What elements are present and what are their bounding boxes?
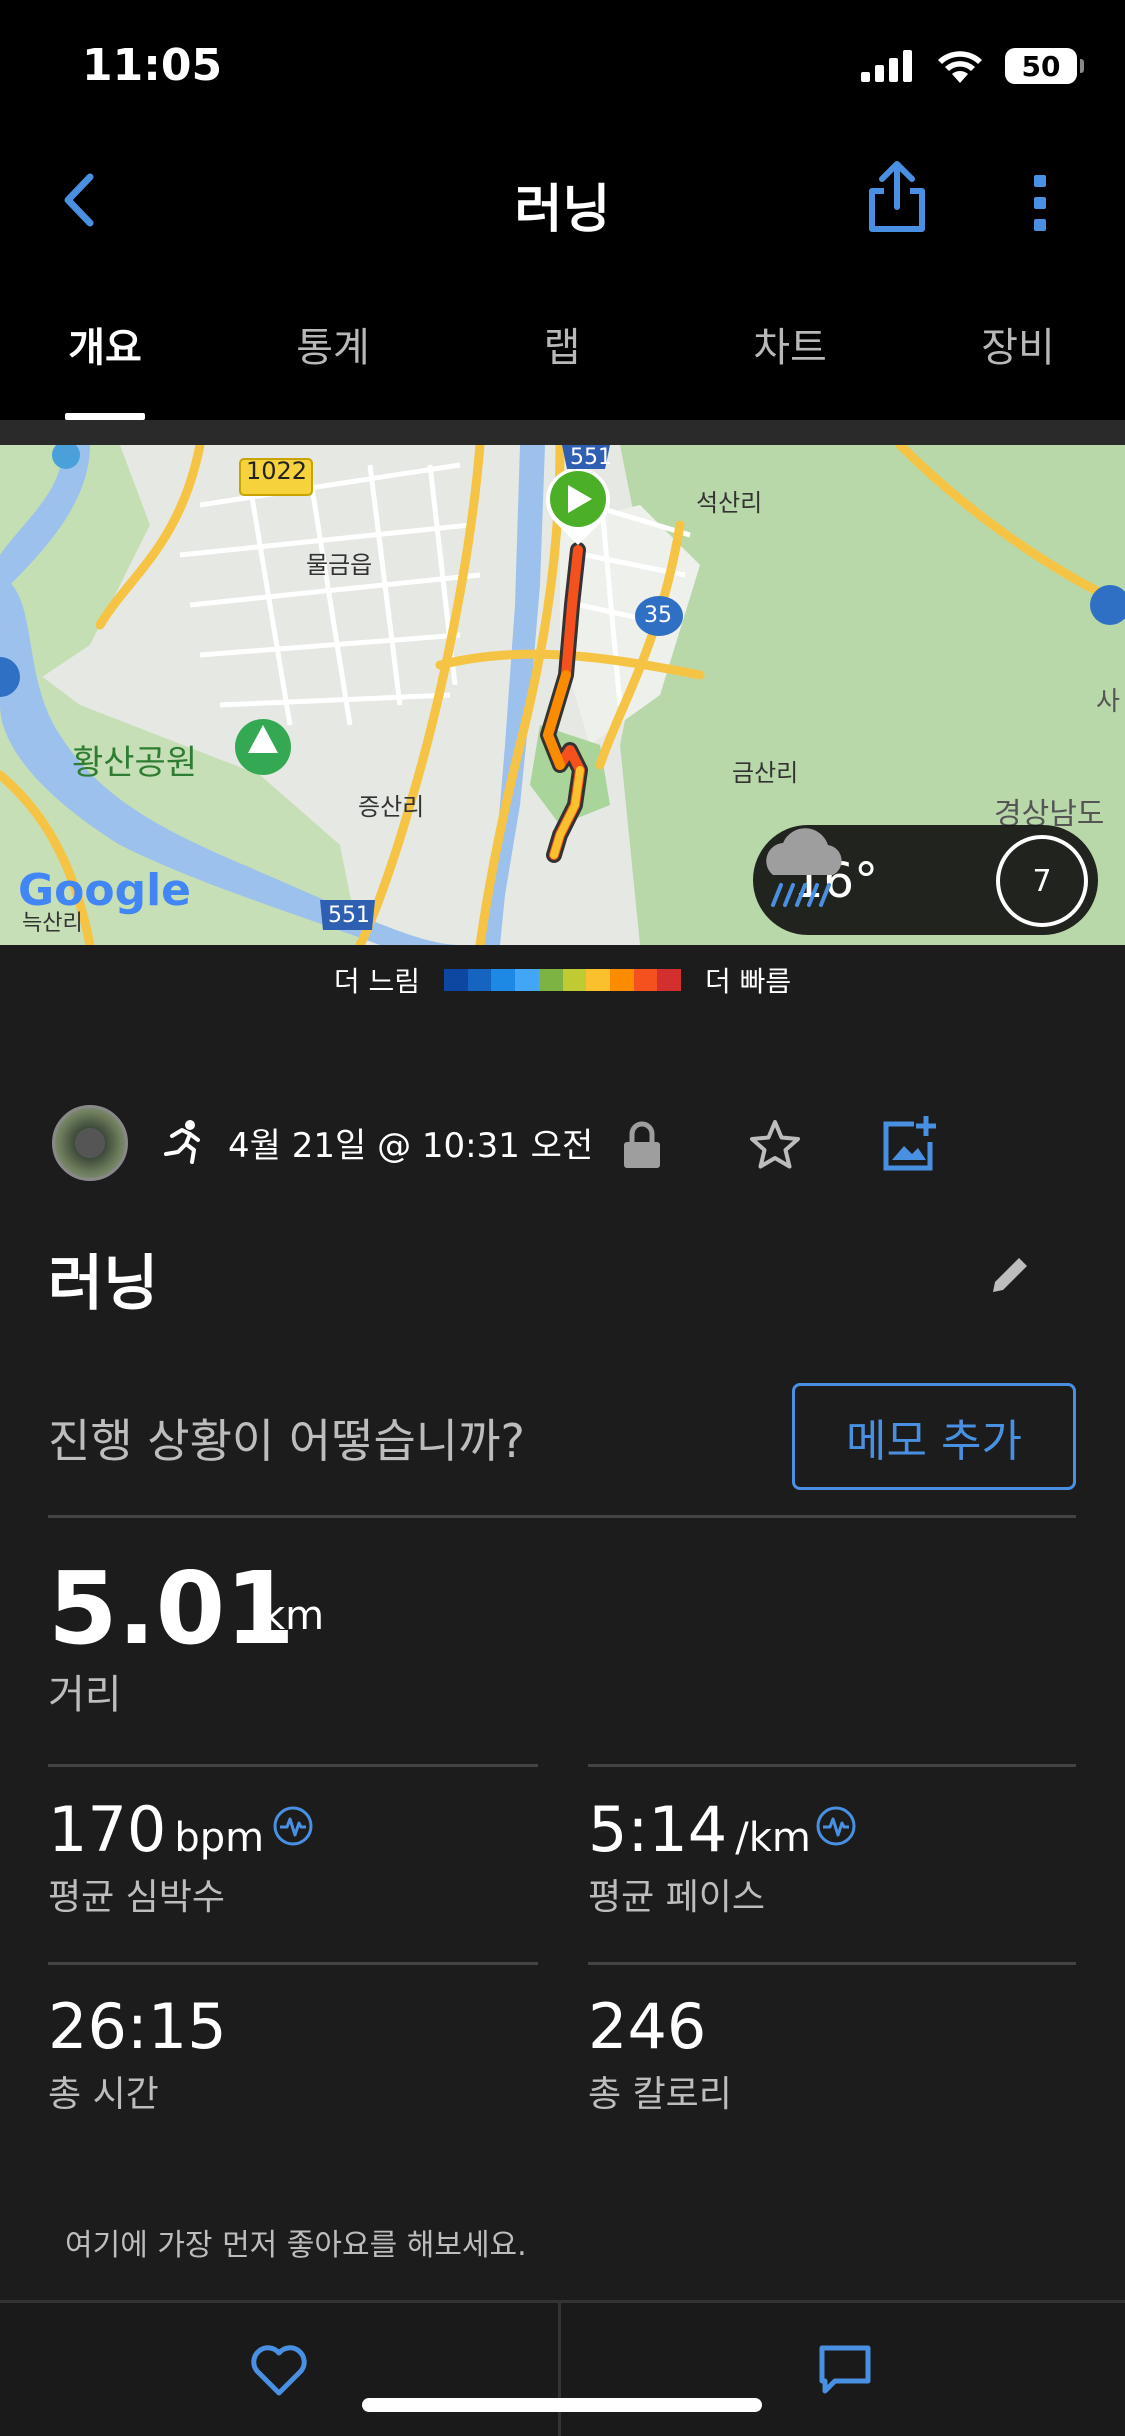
divider bbox=[48, 1764, 538, 1767]
page-title: 러닝 bbox=[514, 180, 611, 240]
route-map[interactable]: 1022 551 35 551 물금읍 석산리 황산공원 증산리 금산리 경상남… bbox=[0, 445, 1125, 945]
divider bbox=[588, 1962, 1076, 1965]
activity-date: 4월 21일 @ 10:31 오전 bbox=[228, 1126, 594, 1166]
progress-prompt: 진행 상황이 어떻습니까? bbox=[48, 1414, 525, 1468]
avg-heart-rate-value: 170 bpm bbox=[48, 1793, 264, 1866]
avg-pace-number: 5:14 bbox=[588, 1793, 728, 1866]
comment-icon bbox=[819, 2345, 870, 2394]
heart-rate-monitor-icon[interactable] bbox=[272, 1805, 314, 1847]
status-bar: 11:05 50 bbox=[0, 0, 1125, 135]
legend-slow-label: 더 느림 bbox=[333, 965, 420, 998]
lock-icon[interactable] bbox=[620, 1120, 664, 1170]
road-label-551-bottom: 551 bbox=[328, 903, 370, 928]
rain-cloud-icon bbox=[766, 828, 842, 907]
divider bbox=[48, 1515, 1076, 1518]
distance-unit: km bbox=[262, 1593, 325, 1639]
divider bbox=[48, 1962, 538, 1965]
legend-color-swatch bbox=[657, 969, 682, 991]
distance-value: 5.01 bbox=[48, 1550, 295, 1667]
divider bbox=[588, 1764, 1076, 1767]
place-label-sa: 사 bbox=[1096, 687, 1120, 717]
legend-color-swatch bbox=[491, 969, 516, 991]
calories-value: 246 bbox=[588, 1990, 707, 2063]
road-label-551-top: 551 bbox=[570, 445, 612, 470]
tab-overview[interactable]: 개요 bbox=[68, 315, 142, 373]
status-time: 11:05 bbox=[82, 40, 223, 91]
share-button[interactable] bbox=[862, 157, 932, 237]
legend-color-swatch bbox=[444, 969, 468, 991]
place-label-seoksan: 석산리 bbox=[696, 489, 763, 517]
tab-stats[interactable]: 통계 bbox=[296, 315, 370, 373]
road-label-1022: 1022 bbox=[246, 457, 308, 485]
place-label-nuksan: 늑산리 bbox=[22, 911, 83, 936]
comment-button[interactable] bbox=[564, 2303, 1125, 2436]
legend-color-swatch bbox=[467, 969, 492, 991]
running-icon bbox=[164, 1120, 200, 1164]
heart-icon bbox=[251, 2345, 307, 2396]
pace-monitor-icon[interactable] bbox=[815, 1805, 857, 1847]
signal-icon bbox=[861, 50, 912, 82]
more-vertical-icon bbox=[1034, 175, 1046, 231]
more-options-button[interactable] bbox=[1010, 163, 1070, 243]
tab-gear[interactable]: 장비 bbox=[981, 315, 1055, 373]
legend-color-swatch bbox=[609, 969, 634, 991]
avg-heart-rate-number: 170 bbox=[48, 1793, 167, 1866]
bottom-action-bar bbox=[0, 2300, 1125, 2436]
battery-indicator: 50 bbox=[1005, 48, 1084, 84]
legend-color-swatch bbox=[633, 969, 658, 991]
avg-pace-unit: /km bbox=[735, 1815, 811, 1861]
distance-label: 거리 bbox=[48, 1672, 122, 1718]
share-icon bbox=[869, 161, 925, 232]
legend-color-swatch bbox=[538, 969, 563, 991]
like-prompt: 여기에 가장 먼저 좋아요를 해보세요. bbox=[65, 2228, 527, 2263]
tab-charts[interactable]: 차트 bbox=[753, 315, 827, 373]
nav-header: 러닝 bbox=[0, 135, 1125, 265]
status-icons: 50 bbox=[861, 48, 1084, 84]
activity-meta-row: 4월 21일 @ 10:31 오전 bbox=[0, 1100, 1125, 1190]
total-time-value: 26:15 bbox=[48, 1990, 227, 2063]
place-label-geumsan: 금산리 bbox=[732, 759, 799, 787]
pencil-icon[interactable] bbox=[985, 1250, 1035, 1300]
wind-indicator: 7 bbox=[996, 835, 1088, 927]
calories-label: 총 칼로리 bbox=[588, 2074, 732, 2115]
tab-bar: 개요 통계 랩 차트 장비 bbox=[0, 265, 1125, 420]
legend-color-swatch bbox=[562, 969, 587, 991]
place-label-mulgeum: 물금읍 bbox=[306, 551, 373, 579]
tab-indicator bbox=[65, 413, 145, 420]
legend-fast-label: 더 빠름 bbox=[705, 965, 792, 998]
legend-color-swatch bbox=[515, 969, 539, 991]
place-label-jeungsan: 증산리 bbox=[358, 793, 425, 821]
avg-pace-value: 5:14/km bbox=[588, 1793, 811, 1866]
wifi-icon bbox=[938, 51, 982, 83]
legend-color-swatch bbox=[586, 969, 610, 991]
home-indicator[interactable] bbox=[362, 2398, 762, 2412]
avg-heart-rate-unit: bpm bbox=[174, 1815, 265, 1861]
legend-color-bar bbox=[444, 969, 682, 991]
weather-badge: 16° 7 bbox=[753, 825, 1098, 935]
place-label-hwangsan-park: 황산공원 bbox=[72, 743, 198, 783]
star-icon[interactable] bbox=[748, 1118, 802, 1172]
like-button[interactable] bbox=[0, 2303, 561, 2436]
section-divider bbox=[0, 420, 1125, 445]
avg-pace-label: 평균 페이스 bbox=[588, 1877, 766, 1918]
road-label-35: 35 bbox=[644, 603, 672, 628]
avatar[interactable] bbox=[52, 1105, 128, 1181]
add-memo-button[interactable]: 메모 추가 bbox=[792, 1383, 1076, 1490]
pace-legend: 더 느림 더 빠름 bbox=[0, 945, 1125, 1015]
add-photo-icon[interactable] bbox=[878, 1114, 938, 1174]
avg-heart-rate-label: 평균 심박수 bbox=[48, 1877, 226, 1918]
tab-laps[interactable]: 랩 bbox=[544, 315, 581, 373]
total-time-label: 총 시간 bbox=[48, 2074, 159, 2115]
activity-title: 러닝 bbox=[48, 1249, 159, 1319]
